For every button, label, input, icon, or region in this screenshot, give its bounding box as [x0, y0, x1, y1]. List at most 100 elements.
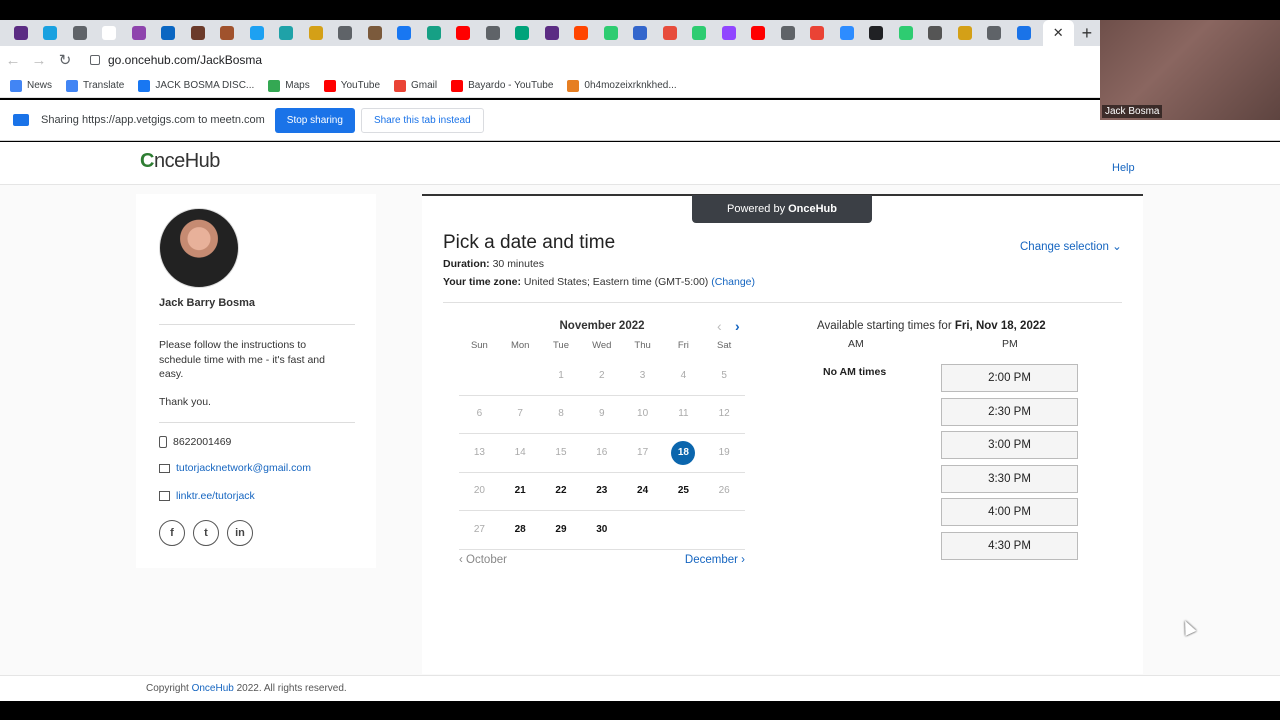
browser-tab[interactable] [65, 20, 95, 46]
linkedin-icon[interactable]: in [227, 520, 253, 546]
calendar-day[interactable]: 29 [541, 518, 582, 542]
browser-tab[interactable] [950, 20, 980, 46]
bookmark-item[interactable]: Gmail [394, 79, 437, 92]
bookmark-item[interactable]: News [10, 79, 52, 92]
browser-tab[interactable] [980, 20, 1010, 46]
bookmark-item[interactable]: YouTube [323, 79, 380, 92]
website-link[interactable]: linktr.ee/tutorjack [176, 490, 255, 502]
browser-tab[interactable] [596, 20, 626, 46]
oncehub-footer-link[interactable]: OnceHub [192, 683, 234, 694]
browser-tab[interactable] [6, 20, 36, 46]
back-arrow-icon[interactable]: ← [0, 52, 26, 69]
screen-share-icon [13, 114, 29, 126]
calendar-day[interactable]: 25 [663, 479, 704, 503]
browser-tab[interactable] [95, 20, 125, 46]
close-tab-icon[interactable]: ✕ [1053, 25, 1064, 41]
browser-tab[interactable] [1009, 20, 1039, 46]
tab-favicon-icon [426, 26, 441, 40]
selected-date: Fri, Nov 18, 2022 [954, 320, 1046, 332]
browser-tab[interactable] [419, 20, 449, 46]
url-text[interactable]: go.oncehub.com/JackBosma [108, 53, 262, 67]
new-tab-button[interactable]: + [1074, 23, 1100, 44]
copyright-suffix: 2022. All rights reserved. [236, 683, 347, 694]
bookmark-item[interactable]: Maps [268, 79, 310, 92]
avatar [159, 208, 239, 288]
page-title: Pick a date and time [443, 232, 616, 253]
time-slot-button[interactable]: 2:30 PM [941, 397, 1078, 426]
stop-sharing-button[interactable]: Stop sharing [274, 107, 355, 133]
time-slot-button[interactable]: 4:00 PM [941, 498, 1078, 527]
previous-month-chevron-icon[interactable]: ‹ [717, 318, 722, 334]
change-timezone-link[interactable]: (Change) [711, 276, 755, 288]
share-this-tab-button[interactable]: Share this tab instead [360, 107, 484, 133]
bookmark-item[interactable]: 0h4mozeixrknkhed... [567, 79, 677, 92]
browser-tab[interactable] [891, 20, 921, 46]
calendar-day: 19 [718, 446, 730, 458]
browser-tab[interactable] [183, 20, 213, 46]
weekday-label: Sat [717, 340, 732, 351]
browser-tab[interactable] [360, 20, 390, 46]
time-slot-button[interactable]: 2:00 PM [941, 364, 1078, 392]
time-slot-button[interactable]: 3:00 PM [941, 431, 1078, 460]
browser-tab[interactable] [390, 20, 420, 46]
tab-favicon-icon [692, 26, 707, 40]
browser-tab[interactable] [331, 20, 361, 46]
next-month-link[interactable]: December › [685, 554, 745, 566]
browser-tab[interactable] [537, 20, 567, 46]
browser-tab[interactable] [744, 20, 774, 46]
logo-mark: C [140, 150, 154, 172]
reload-icon[interactable]: ↻ [52, 51, 78, 69]
browser-tab[interactable] [478, 20, 508, 46]
previous-month-link[interactable]: ‹ October [459, 554, 507, 566]
browser-tab[interactable] [36, 20, 66, 46]
bookmark-item[interactable]: JACK BOSMA DISC... [138, 79, 254, 92]
calendar-day[interactable]: 30 [581, 518, 622, 542]
calendar-day[interactable]: 21 [500, 479, 541, 503]
browser-tab[interactable] [921, 20, 951, 46]
calendar-empty-cell [500, 364, 541, 388]
calendar-day: 11 [678, 408, 689, 420]
browser-tab[interactable] [154, 20, 184, 46]
calendar-day[interactable]: 18 [663, 440, 704, 465]
calendar-day[interactable]: 24 [622, 479, 663, 503]
url-field[interactable]: go.oncehub.com/JackBosma [90, 53, 262, 67]
time-slot-button[interactable]: 3:30 PM [941, 464, 1078, 493]
change-selection-link[interactable]: Change selection ⌄ [1020, 239, 1122, 253]
browser-tab[interactable] [449, 20, 479, 46]
calendar-day[interactable]: 23 [581, 479, 622, 503]
help-link[interactable]: Help [1112, 162, 1135, 174]
time-slot-button[interactable]: 4:30 PM [941, 531, 1078, 560]
browser-tab[interactable] [567, 20, 597, 46]
next-month-chevron-icon[interactable]: › [735, 318, 740, 334]
browser-tab[interactable] [213, 20, 243, 46]
browser-tab[interactable] [124, 20, 154, 46]
browser-tab[interactable] [773, 20, 803, 46]
tab-favicon-icon [603, 26, 618, 40]
browser-tab[interactable] [301, 20, 331, 46]
browser-tab[interactable] [626, 20, 656, 46]
browser-tab[interactable] [862, 20, 892, 46]
twitter-icon[interactable]: t [193, 520, 219, 546]
calendar-day[interactable]: 28 [500, 518, 541, 542]
browser-tab[interactable] [685, 20, 715, 46]
browser-tab[interactable] [714, 20, 744, 46]
tab-favicon-icon [367, 26, 382, 40]
browser-tab[interactable] [272, 20, 302, 46]
facebook-icon[interactable]: f [159, 520, 185, 546]
tab-favicon-icon [810, 26, 825, 40]
active-tab[interactable]: ✕ [1042, 20, 1074, 46]
selected-day[interactable]: 18 [671, 440, 696, 465]
bookmark-item[interactable]: Translate [66, 79, 124, 92]
browser-tab[interactable] [655, 20, 685, 46]
forward-arrow-icon[interactable]: → [26, 52, 52, 69]
browser-tab[interactable] [508, 20, 538, 46]
bookmark-item[interactable]: Bayardo - YouTube [451, 79, 553, 92]
browser-tab[interactable] [803, 20, 833, 46]
email-link[interactable]: tutorjacknetwork@gmail.com [176, 462, 311, 474]
oncehub-logo[interactable]: CnceHub [140, 150, 220, 173]
calendar-day[interactable]: 22 [541, 479, 582, 503]
browser-tab[interactable] [832, 20, 862, 46]
browser-tab[interactable] [242, 20, 272, 46]
calendar-empty-cell [622, 518, 663, 542]
bookmark-favicon-icon [10, 79, 22, 92]
